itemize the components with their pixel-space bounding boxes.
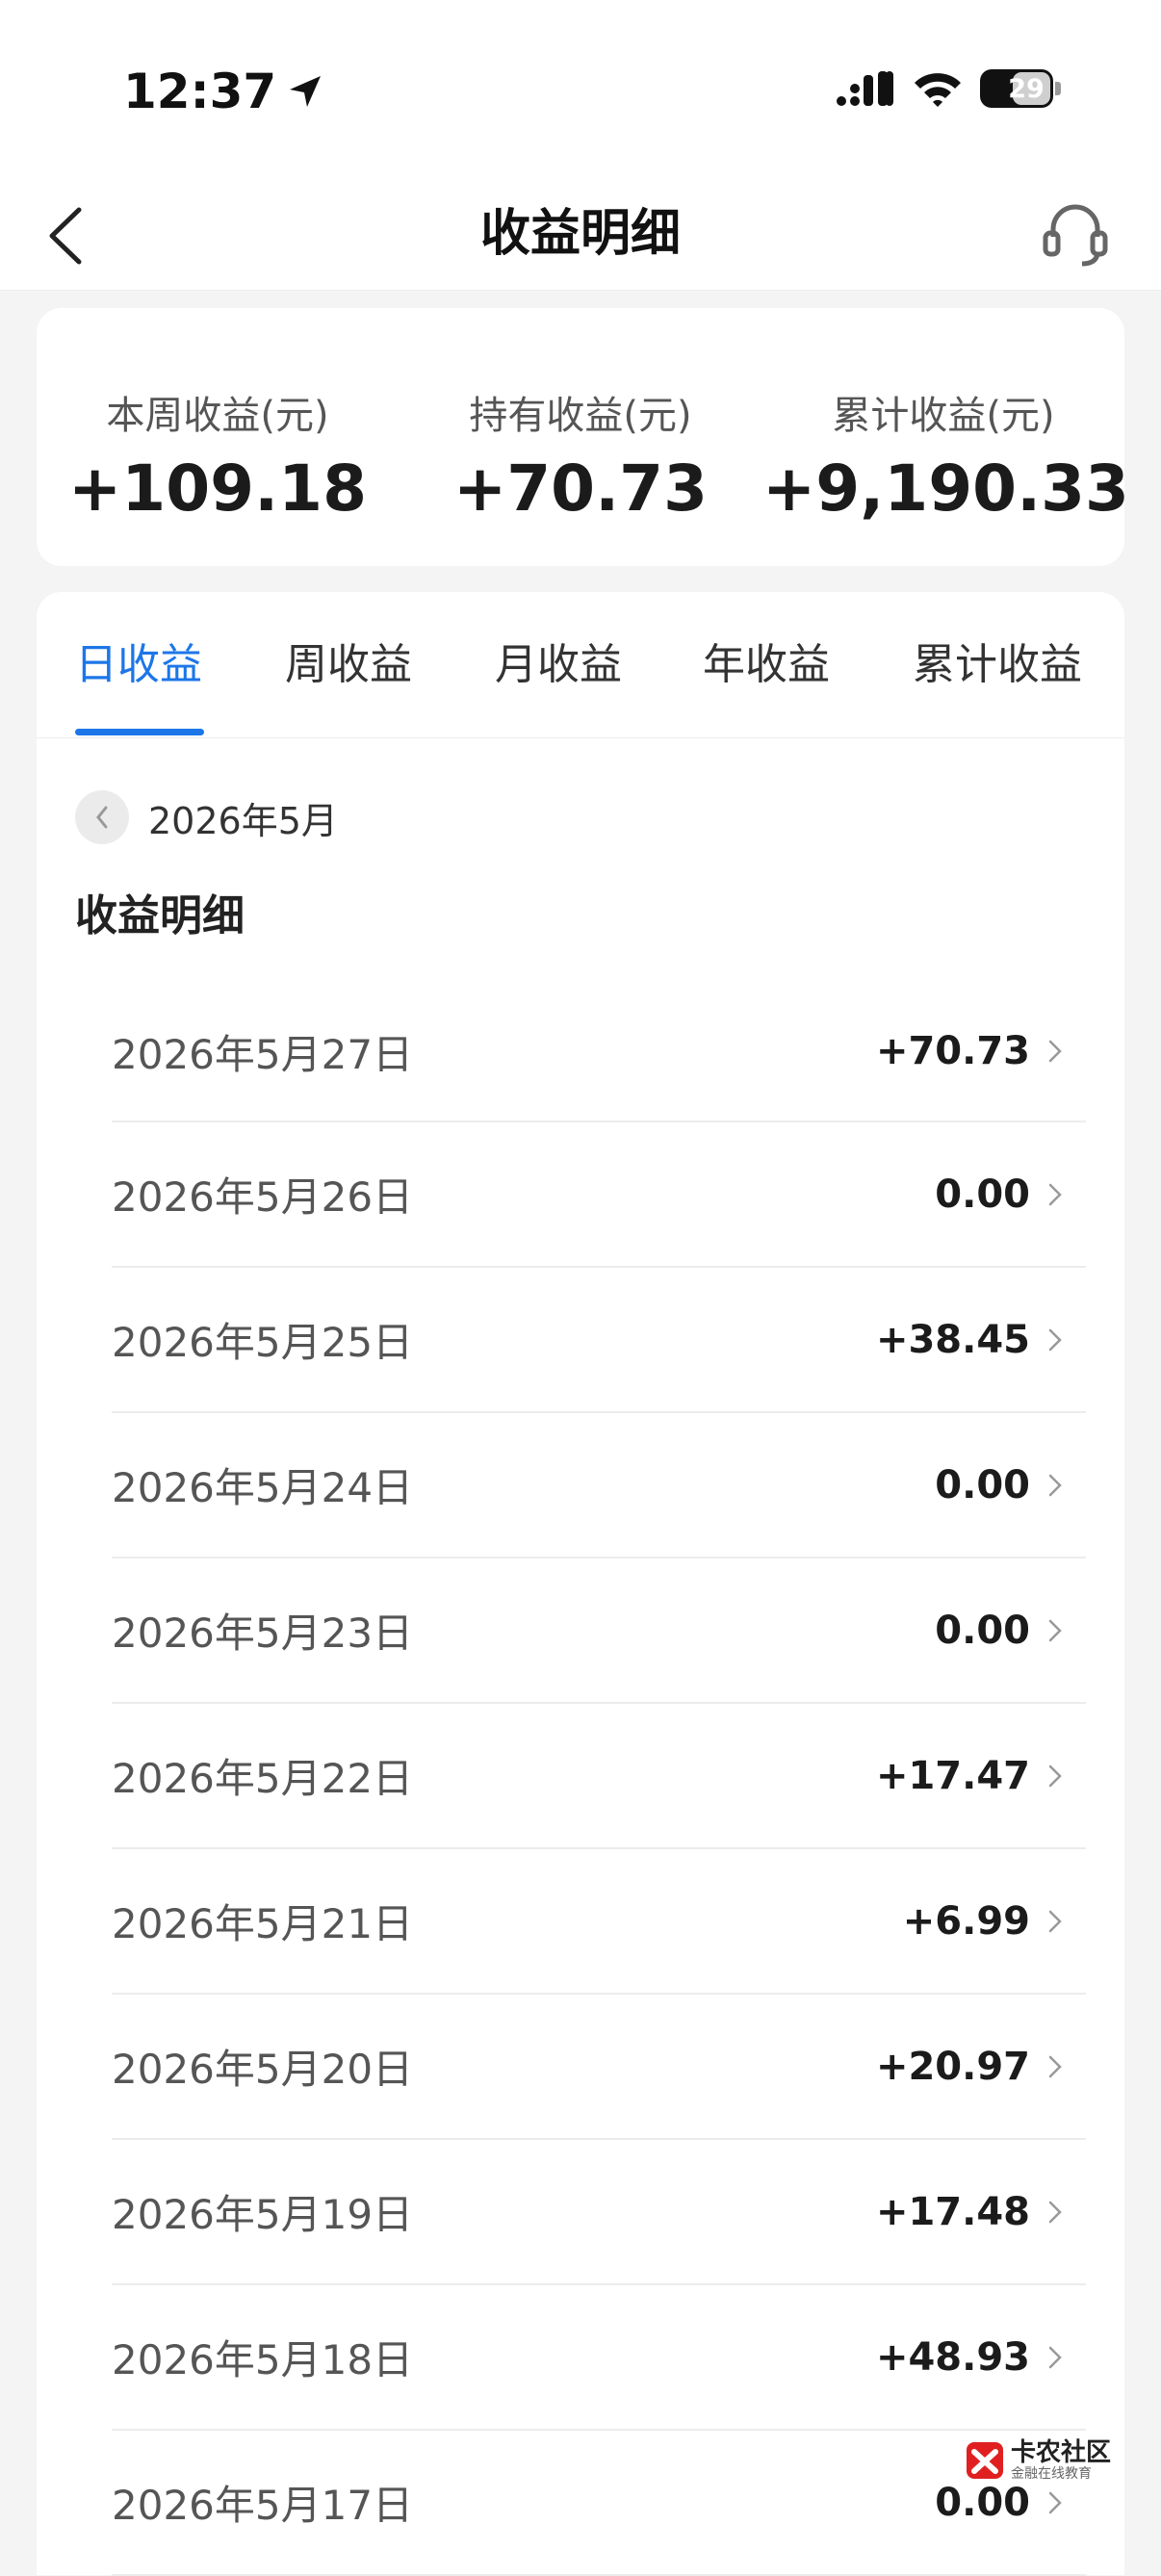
earnings-row-amount: 0.00 bbox=[935, 1172, 1030, 1217]
section-title: 收益明细 bbox=[75, 891, 245, 940]
earnings-row[interactable]: 2026年5月22日 +17.47 bbox=[112, 1704, 1086, 1849]
tab-indicator bbox=[75, 729, 204, 735]
earnings-row[interactable]: 2026年5月23日 0.00 bbox=[112, 1558, 1086, 1704]
tab-weekly[interactable]: 周收益 bbox=[285, 636, 412, 694]
earnings-row-amount: +17.47 bbox=[875, 1753, 1030, 1798]
earnings-row-right: +17.47 bbox=[876, 1754, 1086, 1798]
earnings-row-date: 2026年5月17日 bbox=[112, 2482, 414, 2529]
earnings-row-amount: +17.48 bbox=[875, 2189, 1030, 2234]
earnings-detail-card: 日收益 周收益 月收益 年收益 累计收益 2026年5月 收益明细 2026年5… bbox=[37, 592, 1124, 2576]
earnings-row-right: +48.93 bbox=[876, 2335, 1086, 2380]
summary-holding-label: 持有收益(元) bbox=[469, 394, 692, 438]
summary-total: 累计收益(元) +9,190.33 bbox=[762, 389, 1129, 533]
earnings-row[interactable]: 2026年5月26日 0.00 bbox=[112, 1122, 1086, 1268]
earnings-row-right: 0.00 bbox=[935, 1463, 1086, 1507]
chevron-right-icon bbox=[1048, 2055, 1062, 2077]
earnings-row-amount: 0.00 bbox=[935, 1462, 1030, 1507]
battery-icon: 29 bbox=[980, 69, 1053, 108]
earnings-row-date: 2026年5月25日 bbox=[112, 1319, 414, 1366]
earnings-row-amount: +38.45 bbox=[875, 1317, 1030, 1362]
earnings-row-date: 2026年5月24日 bbox=[112, 1464, 414, 1511]
earnings-row-amount: +6.99 bbox=[902, 1898, 1030, 1944]
earnings-row-date: 2026年5月21日 bbox=[112, 1900, 414, 1947]
earnings-row-amount: +48.93 bbox=[875, 2334, 1030, 2380]
earnings-row[interactable]: 2026年5月25日 +38.45 bbox=[112, 1268, 1086, 1413]
chevron-right-icon bbox=[1048, 1328, 1062, 1351]
summary-total-value: +9,190.33 bbox=[762, 451, 1129, 526]
earnings-row-right: 0.00 bbox=[935, 1172, 1086, 1217]
earnings-row-date: 2026年5月19日 bbox=[112, 2191, 414, 2238]
chevron-right-icon bbox=[1048, 2491, 1062, 2513]
earnings-summary-card: 本周收益(元) +109.18 持有收益(元) +70.73 累计收益(元) +… bbox=[37, 308, 1129, 566]
watermark-subtitle: 金融在线教育 bbox=[1011, 2466, 1092, 2482]
earnings-row-right: 0.00 bbox=[935, 2481, 1086, 2525]
tab-yearly[interactable]: 年收益 bbox=[703, 636, 830, 694]
chevron-right-icon bbox=[1048, 2346, 1062, 2368]
earnings-row-right: +20.97 bbox=[876, 2045, 1086, 2089]
chevron-right-icon bbox=[1048, 1910, 1062, 1932]
chevron-right-icon bbox=[1048, 1040, 1062, 1063]
chevron-right-icon bbox=[1048, 1474, 1062, 1496]
battery-level: 29 bbox=[1008, 73, 1045, 104]
customer-service-button[interactable] bbox=[1040, 198, 1111, 270]
watermark-title: 卡农社区 bbox=[1011, 2438, 1112, 2467]
location-arrow-icon bbox=[290, 76, 322, 107]
chevron-right-icon bbox=[1048, 2201, 1062, 2223]
earnings-row[interactable]: 2026年5月20日 +20.97 bbox=[112, 1995, 1086, 2140]
month-selector: 2026年5月 bbox=[75, 790, 338, 844]
watermark-logo: 卡农社区 金融在线教育 bbox=[965, 2439, 1111, 2482]
earnings-row[interactable]: 2026年5月24日 0.00 bbox=[112, 1413, 1086, 1558]
earnings-row-date: 2026年5月23日 bbox=[112, 1610, 414, 1657]
tab-monthly[interactable]: 月收益 bbox=[495, 636, 622, 694]
summary-holding-value: +70.73 bbox=[452, 451, 709, 526]
nav-bar: 收益明细 bbox=[0, 183, 1161, 291]
earnings-row-amount: 0.00 bbox=[935, 1608, 1030, 1653]
cellular-signal-icon bbox=[837, 71, 893, 106]
earnings-row-amount: +20.97 bbox=[875, 2044, 1030, 2089]
status-time-text: 12:37 bbox=[123, 64, 277, 119]
summary-week-value: +109.18 bbox=[68, 451, 367, 526]
earnings-row-date: 2026年5月18日 bbox=[112, 2336, 414, 2383]
earnings-row-date: 2026年5月27日 bbox=[112, 1030, 414, 1078]
earnings-row-date: 2026年5月22日 bbox=[112, 1755, 414, 1802]
tab-daily[interactable]: 日收益 bbox=[75, 636, 202, 694]
earnings-row[interactable]: 2026年5月18日 +48.93 bbox=[112, 2285, 1086, 2431]
kanong-logo-icon bbox=[967, 2442, 1003, 2479]
tab-cumulative[interactable]: 累计收益 bbox=[913, 636, 1082, 694]
earnings-row[interactable]: 2026年5月19日 +17.48 bbox=[112, 2140, 1086, 2285]
chevron-right-icon bbox=[1048, 1765, 1062, 1787]
chevron-left-icon bbox=[96, 806, 108, 829]
headset-icon bbox=[1043, 204, 1108, 267]
earnings-row-right: +17.48 bbox=[876, 2190, 1086, 2234]
summary-total-label: 累计收益(元) bbox=[832, 394, 1055, 438]
summary-week-label: 本周收益(元) bbox=[106, 394, 329, 438]
earnings-row-right: +38.45 bbox=[876, 1318, 1086, 1362]
status-time: 12:37 bbox=[123, 64, 324, 119]
earnings-row-date: 2026年5月26日 bbox=[112, 1173, 414, 1221]
month-label: 2026年5月 bbox=[148, 799, 338, 842]
earnings-list: 2026年5月27日 +70.73 2026年5月26日 0.00 2026年5月25日… bbox=[112, 982, 1086, 2576]
page-title: 收益明细 bbox=[479, 205, 681, 263]
summary-week: 本周收益(元) +109.18 bbox=[37, 389, 399, 533]
earnings-row-right: +6.99 bbox=[903, 1899, 1086, 1944]
chevron-right-icon bbox=[1048, 1183, 1062, 1205]
status-bar: 12:37 29 bbox=[0, 0, 1161, 183]
chevron-right-icon bbox=[1048, 1619, 1062, 1641]
earnings-row-date: 2026年5月20日 bbox=[112, 2046, 414, 2093]
earnings-row[interactable]: 2026年5月27日 +70.73 bbox=[112, 982, 1086, 1122]
summary-holding: 持有收益(元) +70.73 bbox=[400, 389, 761, 533]
earnings-row[interactable]: 2026年5月21日 +6.99 bbox=[112, 1849, 1086, 1995]
status-icons: 29 bbox=[836, 69, 1061, 108]
earnings-row-amount: 0.00 bbox=[935, 2480, 1030, 2525]
wifi-icon bbox=[915, 73, 961, 107]
earnings-row-right: +70.73 bbox=[876, 1029, 1086, 1073]
period-tabs: 日收益 周收益 月收益 年收益 累计收益 bbox=[37, 592, 1124, 738]
previous-month-button[interactable] bbox=[75, 790, 129, 844]
earnings-row-right: 0.00 bbox=[935, 1609, 1086, 1653]
earnings-row[interactable]: 2026年5月17日 0.00 bbox=[112, 2431, 1086, 2576]
earnings-row-amount: +70.73 bbox=[875, 1029, 1030, 1073]
